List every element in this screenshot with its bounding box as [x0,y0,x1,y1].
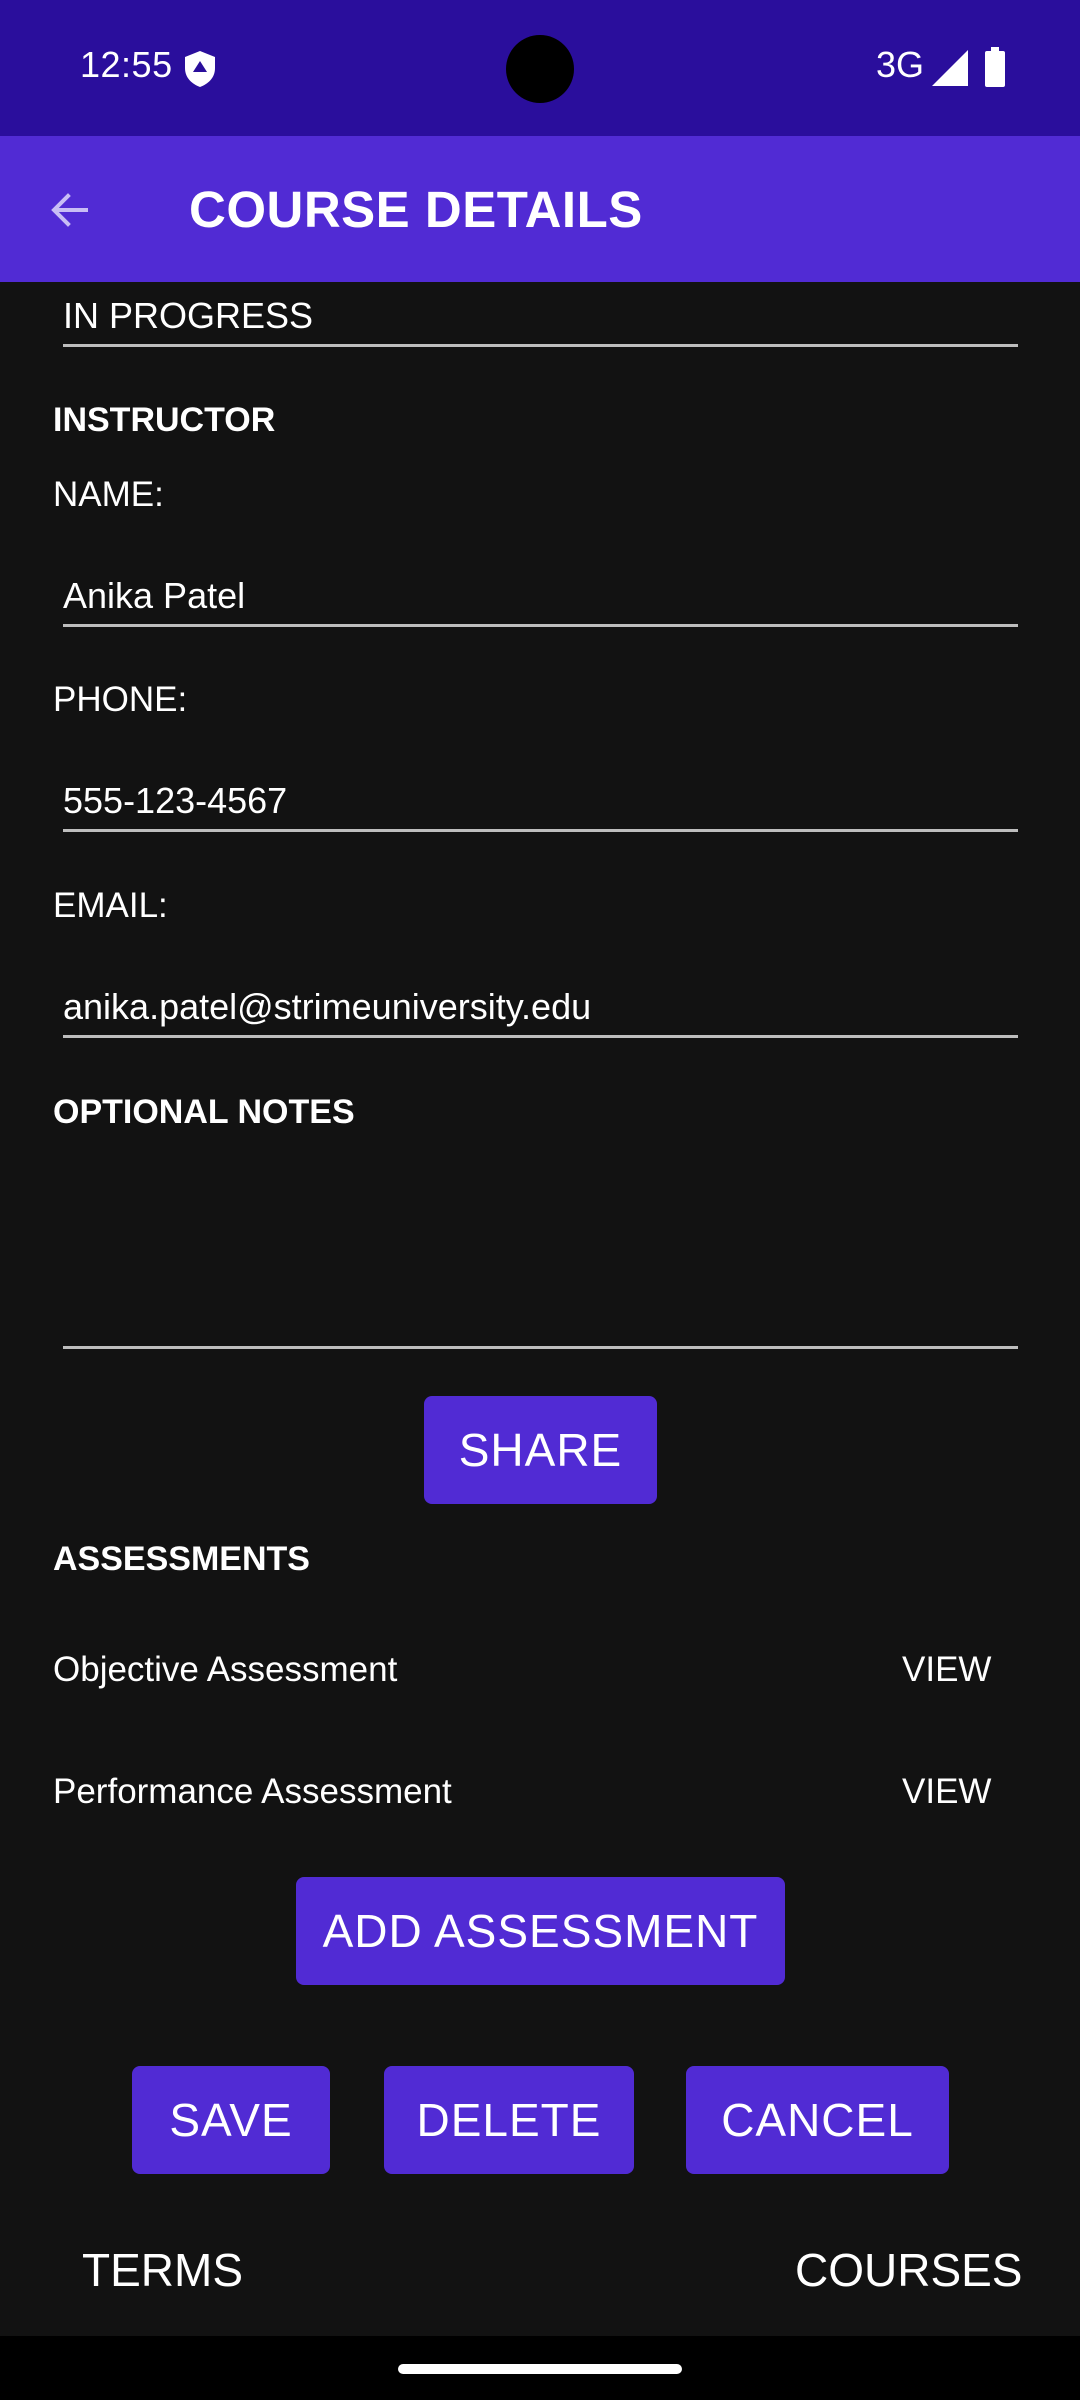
home-gesture-pill[interactable] [398,2364,682,2374]
email-label: EMAIL: [53,886,168,925]
courses-nav-button[interactable]: COURSES [795,2243,1022,2297]
page-title: COURSE DETAILS [189,181,643,238]
add-assessment-button[interactable]: ADD ASSESSMENT [296,1877,785,1985]
optional-notes-header: OPTIONAL NOTES [53,1093,355,1131]
view-performance-assessment-button[interactable]: VIEW [902,1772,991,1812]
signal-icon [932,50,968,86]
shield-icon [185,51,215,87]
notes-textarea[interactable] [63,1150,1018,1345]
delete-button[interactable]: DELETE [384,2066,634,2174]
assessments-header: ASSESSMENTS [53,1540,310,1578]
email-field-underline [63,1035,1018,1038]
phone-label: PHONE: [53,680,188,719]
view-objective-assessment-button[interactable]: VIEW [902,1650,991,1690]
email-field[interactable]: anika.patel@strimeuniversity.edu [63,986,591,1028]
name-field[interactable]: Anika Patel [63,575,245,617]
instructor-header: INSTRUCTOR [53,401,276,439]
arrow-left-icon[interactable] [46,186,94,234]
name-label: NAME: [53,475,164,514]
cancel-button[interactable]: CANCEL [686,2066,949,2174]
network-type-label: 3G [876,44,925,85]
terms-nav-button[interactable]: TERMS [82,2243,243,2297]
status-time: 12:55 [80,44,173,85]
battery-icon [985,47,1005,87]
assessment-name: Performance Assessment [53,1772,452,1811]
name-field-underline [63,624,1018,627]
notes-underline [63,1346,1018,1349]
assessment-name: Objective Assessment [53,1650,398,1689]
status-field[interactable]: IN PROGRESS [63,295,313,337]
camera-cutout [506,35,574,103]
share-button[interactable]: SHARE [424,1396,657,1504]
save-button[interactable]: SAVE [132,2066,330,2174]
phone-field[interactable]: 555-123-4567 [63,780,287,822]
phone-field-underline [63,829,1018,832]
status-field-underline [63,344,1018,347]
